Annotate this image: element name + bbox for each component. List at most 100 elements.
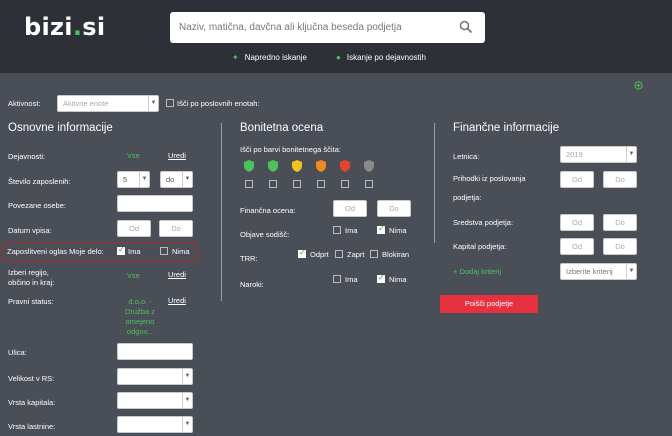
activities-edit-link[interactable]: Uredi [168, 151, 186, 160]
activities-label: Dejavnosti: [8, 152, 46, 161]
job-ad-yes-label: Ima [128, 247, 141, 256]
trr-closed-checkbox[interactable] [335, 250, 343, 258]
capital-type-select[interactable]: ▼ [117, 392, 193, 409]
financial-info-title: Finančne informacije [453, 122, 560, 134]
plus-icon: ✦ [232, 53, 239, 62]
activity-search-link[interactable]: ● Iskanje po dejavnostih [336, 53, 426, 62]
chevron-down-icon: ▼ [139, 172, 149, 187]
ownership-select[interactable]: ▼ [117, 416, 193, 433]
job-ad-no-label: Nima [172, 247, 190, 256]
logo[interactable]: bizi.si [24, 13, 105, 41]
revenue-to-input[interactable]: Do [603, 171, 637, 188]
year-label: Letnica: [453, 152, 480, 161]
credit-rating-title: Bonitetna ocena [240, 122, 324, 134]
employees-from-select[interactable]: 5 ▼ [117, 171, 150, 188]
job-ad-no-checkbox[interactable] [160, 247, 168, 255]
related-persons-label: Povezane osebe: [8, 201, 66, 210]
entry-date-to-input[interactable]: Do [159, 220, 193, 237]
assets-to-input[interactable]: Do [603, 214, 637, 231]
activities-value: Vse [127, 151, 140, 160]
job-ad-yes-checkbox[interactable] [117, 245, 125, 255]
chevron-down-icon: ▼ [182, 172, 192, 187]
trr-blocked-checkbox[interactable] [370, 250, 378, 258]
logo-main: bizi [24, 13, 73, 41]
shield-checkbox[interactable] [365, 180, 373, 188]
hearings-yes-checkbox[interactable] [333, 275, 341, 283]
court-notices-yes-label: Ima [345, 226, 358, 235]
shield-icon [244, 160, 254, 172]
chevron-down-icon: ▼ [182, 417, 192, 432]
shield-checkbox[interactable] [341, 180, 349, 188]
year-select-value: 2019 [566, 150, 583, 159]
capital-label: Kapital podjetja: [453, 242, 507, 251]
size-label: Velikost v RS: [8, 374, 55, 383]
financial-rating-to-input[interactable]: Do [377, 200, 411, 217]
employees-to-select[interactable]: do ▼ [160, 171, 193, 188]
employees-label: Število zaposlenih: [8, 177, 71, 186]
shield-checkbox[interactable] [317, 180, 325, 188]
header: bizi.si Naziv, matična, davčna ali ključ… [0, 0, 672, 73]
trr-closed-label: Zaprt [347, 250, 365, 259]
related-persons-input[interactable] [117, 195, 193, 212]
legal-status-value: d.o.o. - Družba z omejeno odgov... [118, 297, 162, 337]
search-company-button[interactable]: Poišči podjetje [440, 295, 538, 313]
activity-select-value: Aktivne enote [63, 99, 109, 108]
employees-from-value: 5 [123, 175, 128, 184]
financial-rating-from-input[interactable]: Od [333, 200, 367, 217]
search-units-checkbox[interactable] [166, 99, 174, 107]
advanced-search-link[interactable]: ✦ Napredno iskanje [232, 53, 307, 62]
capital-from-input[interactable]: Od [560, 238, 594, 255]
shield-icon [364, 160, 374, 172]
legal-status-line-2: Družba z [124, 307, 155, 316]
legal-status-edit-link[interactable]: Uredi [168, 296, 186, 305]
shield-checkbox[interactable] [245, 180, 253, 188]
dot-icon: ● [336, 53, 341, 62]
chevron-down-icon: ▼ [182, 369, 192, 384]
shield-icon [316, 160, 326, 172]
shield-icon [340, 160, 350, 172]
job-ad-label: Zaposlitveni oglas Moje delo: [7, 247, 104, 256]
court-notices-label: Objave sodišč: [240, 230, 290, 239]
activity-select[interactable]: Aktivne enote ▼ [57, 95, 159, 112]
hearings-yes-label: Ima [345, 275, 358, 284]
court-notices-yes-checkbox[interactable] [333, 226, 341, 234]
hearings-no-checkbox[interactable] [377, 273, 385, 283]
chevron-down-icon: ▼ [148, 96, 158, 111]
chevron-down-icon: ▼ [626, 264, 636, 279]
trr-open-label: Odprt [310, 250, 329, 259]
logo-dot: . [72, 13, 83, 41]
search-icon[interactable] [459, 20, 473, 36]
revenue-from-input[interactable]: Od [560, 171, 594, 188]
legal-status-line-1: d.o.o. - [128, 297, 152, 306]
shield-checkbox[interactable] [293, 180, 301, 188]
street-input[interactable] [117, 343, 193, 360]
shield-checkbox[interactable] [269, 180, 277, 188]
criterion-select[interactable]: Izberite kriterij ▼ [560, 263, 637, 280]
shield-icon [268, 160, 278, 172]
activity-label: Aktivnost: [8, 99, 41, 108]
shield-color-label: Išči po barvi bonitetnega ščita: [240, 145, 341, 154]
entry-date-label: Datum vpisa: [8, 226, 52, 235]
advanced-search-label: Napredno iskanje [244, 53, 307, 62]
trr-blocked-label: Blokiran [382, 250, 410, 259]
region-label-1: Izberi regijo, [8, 268, 49, 277]
capital-to-input[interactable]: Do [603, 238, 637, 255]
add-circle-icon[interactable] [634, 81, 643, 92]
hearings-label: Naroki: [240, 280, 264, 289]
year-select[interactable]: 2019 ▼ [560, 146, 637, 163]
add-criterion-link[interactable]: + Dodaj kriterij [453, 267, 501, 276]
court-notices-no-checkbox[interactable] [377, 224, 385, 234]
logo-tld: si [82, 13, 106, 41]
entry-date-from-input[interactable]: Od [117, 220, 151, 237]
region-edit-link[interactable]: Uredi [168, 270, 186, 279]
trr-open-checkbox[interactable] [298, 248, 306, 258]
search-bar[interactable]: Naziv, matična, davčna ali ključna besed… [170, 12, 485, 43]
assets-from-input[interactable]: Od [560, 214, 594, 231]
assets-label: Sredstva podjetja: [453, 218, 514, 227]
search-units-label: Išči po poslovnih enotah: [177, 99, 260, 108]
region-label-2: občino in kraj: [8, 278, 55, 287]
legal-status-line-4: odgov... [126, 327, 154, 336]
employees-to-value: do [166, 175, 175, 184]
search-input[interactable]: Naziv, matična, davčna ali ključna besed… [179, 22, 402, 33]
size-select[interactable]: ▼ [117, 368, 193, 385]
